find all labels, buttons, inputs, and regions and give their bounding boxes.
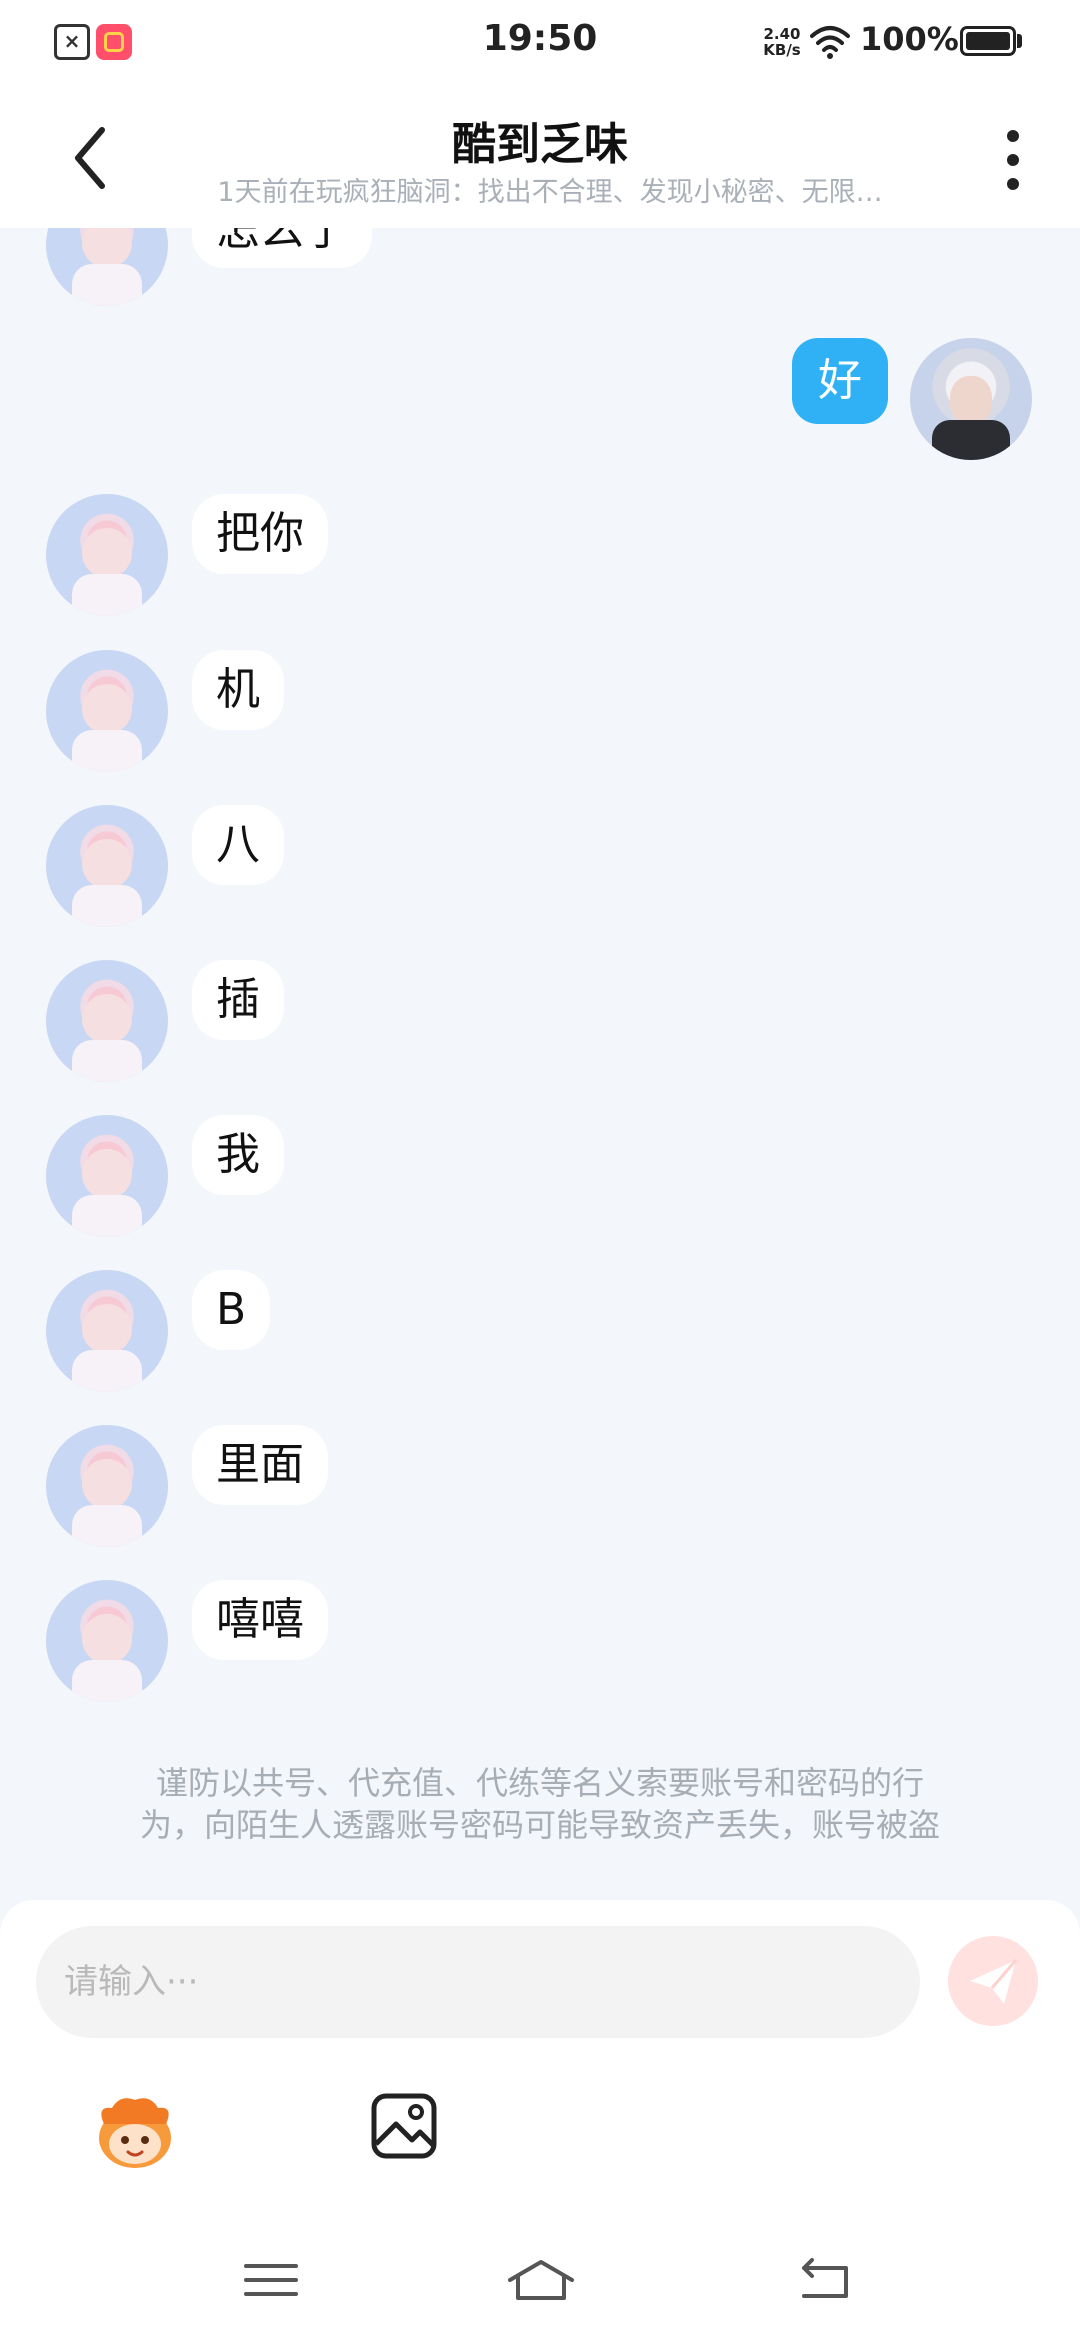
send-icon	[970, 1959, 1018, 2004]
status-bar-overlay: × 19:50 2.40 KB/s 100%	[0, 0, 1080, 86]
safety-notice-line-1: 谨防以共号、代充值、代练等名义索要账号和密码的行	[155, 1764, 924, 1802]
message-bubble: B	[192, 1270, 271, 1350]
image-icon[interactable]	[368, 2090, 440, 2162]
contact-avatar[interactable]	[46, 1425, 168, 1547]
safety-notice-line-2: 为，向陌生人透露账号密码可能导致资产丢失，账号被盗	[139, 1806, 940, 1844]
message-bubble: 里面	[192, 1425, 328, 1505]
message-bubble: 把你	[192, 494, 328, 574]
contact-avatar[interactable]	[46, 650, 168, 772]
emoji-avatar-icon[interactable]	[90, 2088, 180, 2178]
battery-percent: 100%	[860, 20, 959, 58]
chat-title[interactable]: 酷到乏味	[0, 108, 1080, 172]
network-speed-value: 2.40	[763, 25, 801, 43]
battery-icon	[960, 26, 1016, 56]
network-speed-unit: KB/s	[763, 41, 801, 59]
chat-screen: × 19:50 2.40 KB/s 100% 酷到乏味 1天前在玩疯狂脑洞：找出…	[0, 0, 1080, 2340]
self-message-bubble: 好	[792, 338, 888, 424]
safety-notice: 谨防以共号、代充值、代练等名义索要账号和密码的行 为，向陌生人透露账号密码可能导…	[80, 1762, 1000, 1846]
message-input[interactable]	[36, 1926, 920, 2038]
self-avatar[interactable]	[910, 338, 1032, 460]
contact-avatar[interactable]	[46, 1580, 168, 1702]
menu-icon[interactable]	[236, 2250, 306, 2310]
message-bubble: 嘻嘻	[192, 1580, 328, 1660]
more-vertical-icon[interactable]	[996, 126, 1032, 196]
message-bubble: 机	[192, 650, 284, 730]
message-bubble: 插	[192, 960, 284, 1040]
contact-avatar[interactable]	[46, 960, 168, 1082]
nav-back-icon[interactable]	[790, 2250, 860, 2310]
network-speed: 2.40 KB/s	[760, 26, 804, 58]
system-navigation-bar	[0, 2230, 1080, 2340]
message-bubble: 八	[192, 805, 284, 885]
send-button[interactable]	[948, 1936, 1038, 2026]
battery-cap	[1017, 34, 1022, 48]
chat-header-overlay: 酷到乏味 1天前在玩疯狂脑洞：找出不合理、发现小秘密、无限…	[0, 86, 1080, 228]
message-bubble: 我	[192, 1115, 284, 1195]
contact-avatar[interactable]	[46, 1115, 168, 1237]
chat-subtitle: 1天前在玩疯狂脑洞：找出不合理、发现小秘密、无限…	[217, 177, 883, 208]
contact-avatar[interactable]	[46, 805, 168, 927]
contact-avatar[interactable]	[46, 494, 168, 616]
contact-avatar[interactable]	[46, 1270, 168, 1392]
home-icon[interactable]	[506, 2250, 576, 2310]
wifi-icon	[810, 26, 850, 59]
